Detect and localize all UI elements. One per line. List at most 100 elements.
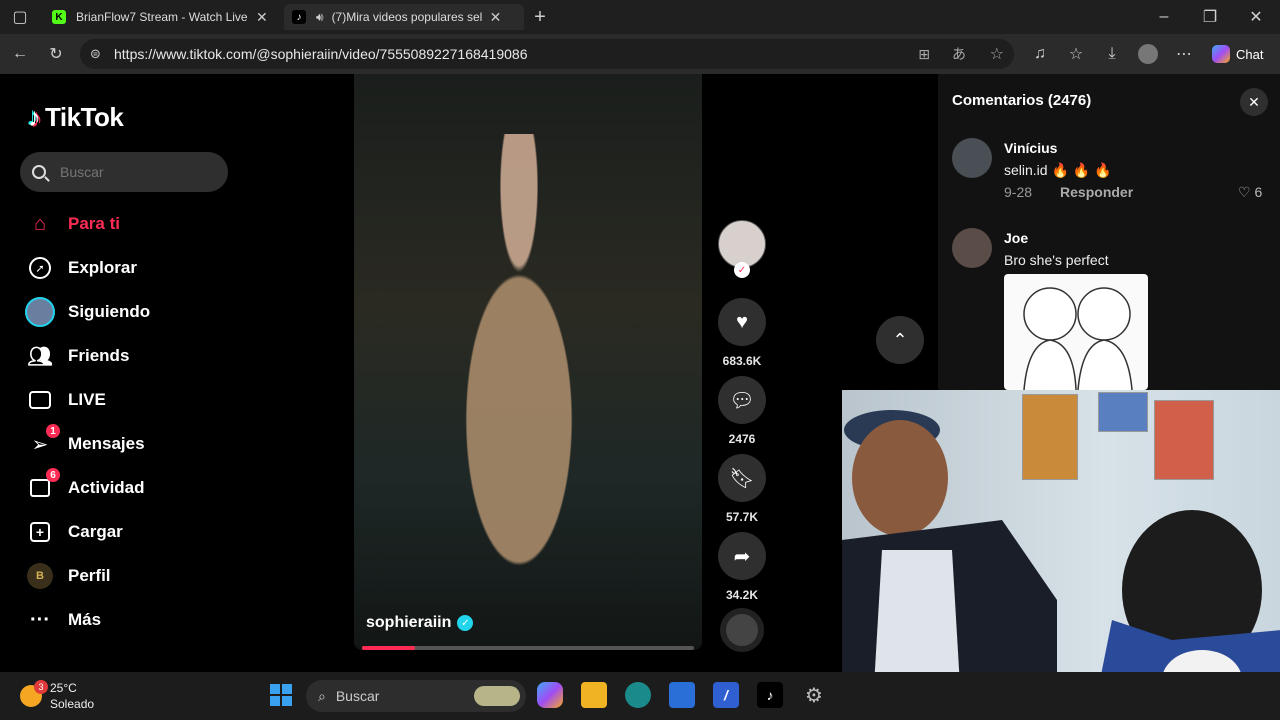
nav-label: Cargar <box>68 522 123 541</box>
site-info-icon[interactable]: ⊜ <box>90 46 101 62</box>
friends-icon: 👥︎ <box>27 345 53 368</box>
tiktok-note-icon: ♪ <box>28 102 41 132</box>
copilot-icon[interactable] <box>537 682 563 708</box>
tab-brianflow[interactable]: K BrianFlow7 Stream - Watch Live o ✕ <box>44 4 284 30</box>
save-action[interactable]: 🔖︎ 57.7K <box>718 454 766 524</box>
close-window-icon[interactable]: ✕ <box>1244 5 1268 29</box>
close-tab-icon[interactable]: ✕ <box>490 9 502 26</box>
new-tab-icon[interactable]: + <box>528 5 552 29</box>
translate-icon[interactable]: あ <box>952 44 966 64</box>
close-comments-button[interactable]: ✕ <box>1240 88 1268 116</box>
temperature: 25°C <box>50 681 77 695</box>
url-bar[interactable]: ⊜ https://www.tiktok.com/@sophieraiin/vi… <box>80 39 1014 69</box>
share-count: 34.2K <box>725 588 759 602</box>
profile-avatar-icon: B <box>24 560 56 592</box>
kick-favicon-icon: K <box>52 10 66 24</box>
weather-condition: Soleado <box>50 697 95 711</box>
store-icon[interactable] <box>669 682 695 708</box>
nav-siguiendo[interactable]: Siguiendo <box>24 296 150 328</box>
tiktok-logo[interactable]: ♪ TikTok <box>28 102 124 133</box>
like-action[interactable]: ♥ 683.6K <box>718 298 766 368</box>
activity-badge: 6 <box>46 468 60 482</box>
search-box[interactable] <box>20 152 228 192</box>
previous-video-button[interactable]: ⌃ <box>876 316 924 364</box>
copilot-chat-button[interactable]: Chat <box>1206 40 1272 68</box>
nav-para-ti[interactable]: ⌂ Para ti <box>24 208 120 240</box>
tab-actions-icon[interactable]: ▢ <box>8 5 32 29</box>
edge-icon[interactable] <box>625 682 651 708</box>
share-action[interactable]: ➦ 34.2K <box>718 532 766 602</box>
browser-tab-bar: ▢ K BrianFlow7 Stream - Watch Live o ✕ ♪… <box>0 0 1280 34</box>
profile-icon[interactable] <box>1136 42 1160 66</box>
comment-action[interactable]: 💬︎ 2476 <box>718 376 766 446</box>
settings-gear-icon[interactable]: ⚙ <box>801 682 827 708</box>
nav-mensajes[interactable]: ➢ 1 Mensajes <box>24 424 145 460</box>
heart-icon[interactable]: ♥ <box>718 298 766 346</box>
search-icon: ⌕ <box>318 687 326 704</box>
wall-poster <box>1154 400 1214 480</box>
compass-icon: ➚ <box>24 252 56 284</box>
nav-friends[interactable]: 👥︎ Friends <box>24 340 129 372</box>
comment-author[interactable]: Vinícius <box>1004 140 1057 156</box>
tiktok-app-icon[interactable]: ♪ <box>757 682 783 708</box>
nav-label: Para ti <box>68 214 120 233</box>
sun-icon: 3 <box>20 680 48 707</box>
webcam-overlay <box>842 390 1280 720</box>
weather-widget[interactable]: 3 25°C Soleado <box>20 680 94 712</box>
nav-cargar[interactable]: + Cargar <box>24 516 123 548</box>
upload-icon: + <box>24 516 56 548</box>
taskbar-search[interactable]: ⌕ Buscar <box>306 680 526 712</box>
media-icon[interactable]: ♫ <box>1028 42 1052 66</box>
taskbar-search-label: Buscar <box>335 688 380 704</box>
restore-icon[interactable]: ❐ <box>1198 5 1222 29</box>
more-menu-icon[interactable]: ⋯ <box>1172 42 1196 66</box>
close-tab-icon[interactable]: ✕ <box>256 9 268 26</box>
start-icon[interactable] <box>268 682 294 708</box>
nav-label: Perfil <box>68 566 111 585</box>
messages-badge: 1 <box>46 424 60 438</box>
video-progress-bar[interactable] <box>362 646 694 650</box>
comments-title: Comentarios (2476) <box>952 92 1092 109</box>
download-icon[interactable]: ⤓ <box>1100 42 1124 66</box>
taskbar: 3 25°C Soleado ⌕ Buscar / ♪ ⚙ <box>0 672 1280 720</box>
more-icon: ··· <box>30 608 50 631</box>
back-icon[interactable]: ← <box>8 42 32 66</box>
video-author[interactable]: sophieraiin ✓ <box>366 614 474 632</box>
comment-like[interactable]: ♡ 6 <box>1238 184 1262 201</box>
comment-icon[interactable]: 💬︎ <box>718 376 766 424</box>
music-disc-icon[interactable] <box>720 608 764 652</box>
like-count: 683.6K <box>722 354 762 368</box>
comments-panel: Comentarios (2476) ✕ Vinícius selin.id 🔥… <box>938 74 1280 390</box>
file-explorer-icon[interactable] <box>581 682 607 708</box>
nav-label: Actividad <box>68 478 145 497</box>
refresh-icon[interactable]: ↻ <box>44 42 68 66</box>
tiktok-favicon-icon: ♪ <box>292 10 306 24</box>
comment-like-count: 6 <box>1254 184 1263 200</box>
avatar[interactable] <box>952 228 992 268</box>
speaker-icon[interactable]: 🔊︎ <box>316 10 324 25</box>
favorites-icon[interactable]: ☆ <box>1064 42 1088 66</box>
bookmark-icon[interactable]: 🔖︎ <box>718 454 766 502</box>
reply-button[interactable]: Responder <box>1060 184 1133 200</box>
nav-mas[interactable]: ··· Más <box>24 604 101 636</box>
avatar[interactable] <box>952 138 992 178</box>
share-icon[interactable]: ➦ <box>718 532 766 580</box>
comment-author[interactable]: Joe <box>1004 230 1028 246</box>
minimize-icon[interactable]: – <box>1152 5 1176 29</box>
nav-actividad[interactable]: 6 Actividad <box>24 468 145 504</box>
app-view-icon[interactable]: ⊞ <box>918 46 930 63</box>
home-icon: ⌂ <box>33 212 47 235</box>
video-player[interactable]: sophieraiin ✓ <box>354 74 702 650</box>
comment-meta: 9-28 Responder <box>1004 184 1133 200</box>
nav-live[interactable]: LIVE <box>24 384 106 416</box>
favorite-star-icon[interactable]: ☆ <box>990 44 1004 64</box>
tab-tiktok[interactable]: ♪ 🔊︎ (7)Mira videos populares sele ✕ <box>284 4 524 30</box>
search-input[interactable] <box>60 164 210 180</box>
nav-perfil[interactable]: B Perfil <box>24 560 111 592</box>
nav-explorar[interactable]: ➚ Explorar <box>24 252 137 284</box>
creator-avatar[interactable] <box>718 220 766 268</box>
heart-outline-icon: ♡ <box>1238 184 1251 200</box>
follow-check-icon[interactable]: ✓ <box>734 262 750 278</box>
editor-app-icon[interactable]: / <box>713 682 739 708</box>
following-avatar-icon <box>24 296 56 328</box>
